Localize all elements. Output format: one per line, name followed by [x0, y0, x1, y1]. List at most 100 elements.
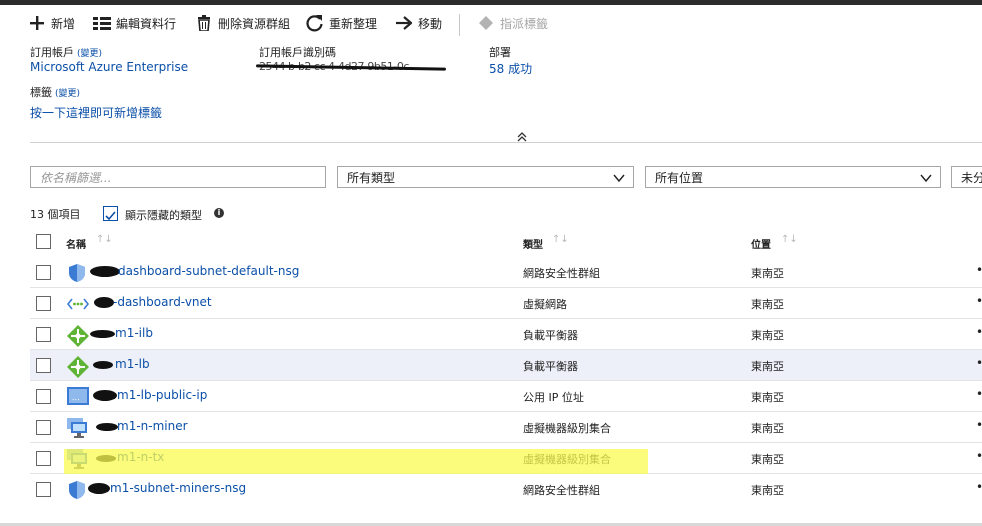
subscription-id-label: 訂用帳戶識別碼 [259, 46, 336, 59]
row-checkbox[interactable] [36, 327, 51, 342]
resource-location: 東南亞 [751, 298, 784, 311]
location-filter-select[interactable]: 所有位置 [645, 166, 941, 188]
table-row[interactable]: ... m1-lb-public-ip 公用 IP 位址 東南亞 • [30, 381, 982, 412]
redaction-blot [94, 297, 114, 308]
redaction-blot [93, 361, 113, 369]
name-filter-input[interactable]: 依名稱篩選... [30, 166, 326, 188]
move-label: 移動 [418, 16, 443, 31]
row-checkbox[interactable] [36, 389, 51, 404]
collapse-essentials-chevron-icon[interactable] [516, 128, 528, 142]
subscription-label: 訂用帳戶 (變更) [30, 44, 102, 60]
arrow-right-icon [395, 14, 413, 32]
redaction-blot [96, 423, 118, 431]
redaction-blot [93, 390, 117, 401]
sort-arrows-icon[interactable]: ↑↓ [96, 234, 113, 245]
table-row[interactable]: m1-n-miner 虛擬機器級別集合 東南亞 • [30, 412, 982, 443]
svg-text:...: ... [72, 393, 80, 402]
sort-arrows-icon[interactable]: ↑↓ [552, 234, 569, 245]
grouping-filter-select[interactable]: 未分 [951, 166, 982, 188]
public-ip-icon: ... [67, 387, 89, 407]
column-header-name[interactable]: 名稱 [66, 236, 86, 251]
add-button-label: 新增 [51, 16, 76, 31]
more-options-icon[interactable]: • [976, 480, 982, 494]
chevron-down-icon [613, 172, 625, 186]
refresh-button[interactable]: 重新整理 [306, 13, 377, 33]
checkmark-icon [105, 211, 116, 221]
vmss-icon [67, 418, 87, 438]
location-filter-value: 所有位置 [655, 170, 704, 185]
row-checkbox[interactable] [36, 296, 51, 311]
delete-resource-group-button[interactable]: 刪除資源群組 [195, 13, 290, 33]
redaction-blot [90, 330, 115, 338]
resource-name-link[interactable]: dashboard-subnet-default-nsg [118, 264, 299, 278]
refresh-label: 重新整理 [329, 16, 378, 31]
edit-columns-button[interactable]: 編輯資料行 [93, 13, 176, 33]
table-row[interactable]: m1-ilb 負載平衡器 東南亞 • [30, 319, 982, 350]
trash-icon [195, 14, 213, 32]
resource-type: 負載平衡器 [523, 329, 578, 342]
item-count: 13 個項目 [30, 208, 81, 221]
resource-location: 東南亞 [751, 360, 784, 373]
table-row[interactable]: -dashboard-vnet 虛擬網路 東南亞 • [30, 288, 982, 319]
nsg-shield-icon [67, 480, 87, 500]
subscription-value[interactable]: Microsoft Azure Enterprise [30, 60, 188, 74]
tags-label-text: 標籤 [30, 86, 52, 99]
table-row[interactable]: dashboard-subnet-default-nsg 網路安全性群組 東南亞… [30, 257, 982, 288]
resource-location: 東南亞 [751, 453, 784, 466]
more-options-icon[interactable]: • [976, 263, 982, 277]
tags-change-link[interactable]: (變更) [55, 89, 80, 99]
row-checkbox[interactable] [36, 451, 51, 466]
toolbar-separator [459, 14, 460, 36]
refresh-icon [306, 14, 324, 32]
delete-resource-group-label: 刪除資源群組 [218, 16, 291, 31]
column-header-location[interactable]: 位置 [751, 236, 771, 251]
table-row[interactable]: m1-lb 負載平衡器 東南亞 • [30, 350, 982, 381]
row-checkbox[interactable] [36, 358, 51, 373]
more-options-icon[interactable]: • [976, 294, 982, 308]
resource-name-link[interactable]: m1-ilb [115, 326, 153, 340]
resource-location: 東南亞 [751, 329, 784, 342]
plus-icon [28, 14, 46, 32]
resource-type: 公用 IP 位址 [523, 391, 584, 404]
resource-name-link[interactable]: m1-lb-public-ip [117, 388, 207, 402]
resource-location: 東南亞 [751, 267, 784, 280]
vnet-icon [66, 294, 90, 314]
command-bar: 新增 編輯資料行 刪除資源群組 重新整理 移動 指派標籤 [0, 5, 982, 41]
chevron-down-icon [920, 172, 932, 186]
resource-location: 東南亞 [751, 391, 784, 404]
more-options-icon[interactable]: • [976, 325, 982, 339]
highlighter-annotation [64, 449, 648, 474]
tag-icon [477, 14, 495, 32]
deployments-value[interactable]: 58 成功 [489, 60, 532, 77]
resource-type: 虛擬機器級別集合 [523, 422, 611, 435]
resource-name-link[interactable]: m1-lb [115, 357, 150, 371]
show-hidden-types-checkbox[interactable] [103, 206, 118, 221]
type-filter-select[interactable]: 所有類型 [337, 166, 634, 188]
row-checkbox[interactable] [36, 482, 51, 497]
resource-name-link[interactable]: m1-subnet-miners-nsg [110, 481, 246, 495]
more-options-icon[interactable]: • [976, 387, 982, 401]
column-header-type[interactable]: 類型 [523, 236, 543, 251]
more-options-icon[interactable]: • [976, 449, 982, 463]
assign-tags-button[interactable]: 指派標籤 [477, 13, 548, 33]
show-hidden-types-label: 顯示隱藏的類型 [125, 209, 202, 222]
nsg-shield-icon [67, 263, 87, 283]
more-options-icon[interactable]: • [976, 356, 982, 370]
resource-name-link[interactable]: -dashboard-vnet [113, 295, 212, 309]
load-balancer-icon [67, 356, 89, 378]
add-button[interactable]: 新增 [28, 13, 75, 33]
add-tags-link[interactable]: 按一下這裡即可新增標籤 [30, 104, 162, 121]
select-all-checkbox[interactable] [36, 234, 51, 249]
subscription-label-text: 訂用帳戶 [30, 46, 74, 59]
resource-name-link[interactable]: m1-n-miner [117, 419, 188, 433]
columns-icon [93, 14, 111, 32]
more-options-icon[interactable]: • [976, 418, 982, 432]
redaction-blot [88, 483, 110, 494]
sort-arrows-icon[interactable]: ↑↓ [781, 234, 798, 245]
row-checkbox[interactable] [36, 265, 51, 280]
move-button[interactable]: 移動 [395, 13, 442, 33]
subscription-change-link[interactable]: (變更) [77, 49, 102, 59]
row-checkbox[interactable] [36, 420, 51, 435]
info-icon[interactable]: i [214, 208, 224, 218]
table-row[interactable]: m1-subnet-miners-nsg 網路安全性群組 東南亞 • [30, 474, 982, 505]
